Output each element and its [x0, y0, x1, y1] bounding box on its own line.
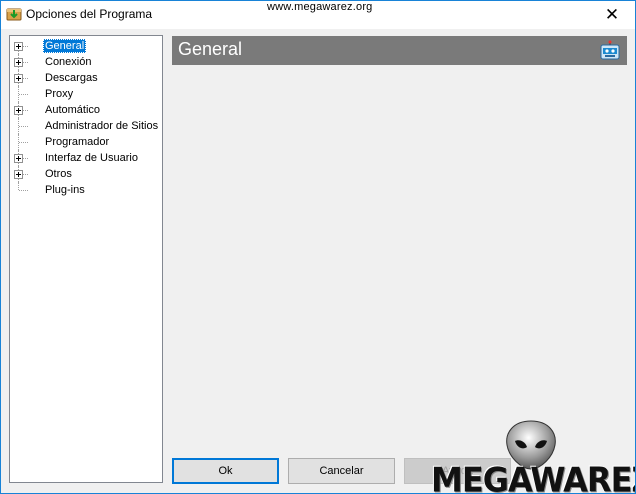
tree-item-label: Interfaz de Usuario [45, 152, 138, 164]
tree-item-label: Administrador de Sitios [45, 120, 159, 132]
tree-line [19, 94, 28, 95]
tree-item-plug-ins[interactable]: Plug-ins [10, 182, 162, 198]
tree-line [19, 142, 28, 143]
tree-item-interfaz-de-usuario[interactable]: Interfaz de Usuario [10, 150, 162, 166]
tree-item-general[interactable]: General [10, 38, 162, 54]
title-bar[interactable]: Opciones del Programa www.megawarez.org … [1, 1, 635, 29]
options-window: Opciones del Programa www.megawarez.org … [0, 0, 636, 494]
megawarez-logo: MEGAWAREZ [429, 419, 636, 494]
expand-icon[interactable] [14, 42, 23, 51]
tree-item-label: Plug-ins [45, 184, 85, 196]
tree-item-label: Proxy [45, 88, 74, 100]
app-icon [6, 8, 22, 21]
window-title: Opciones del Programa [26, 7, 153, 21]
close-button[interactable]: ✕ [589, 1, 635, 29]
cancel-button-label: Cancelar [319, 465, 364, 477]
tree-item-label: Conexión [45, 56, 92, 68]
tree-item-conexion[interactable]: Conexión [10, 54, 162, 70]
tree-item-proxy[interactable]: Proxy [10, 86, 162, 102]
tree-item-label: Programador [45, 136, 110, 148]
tree-item-label: Automático [45, 104, 101, 116]
ok-button[interactable]: Ok [172, 458, 279, 484]
panel-title: General [178, 39, 243, 59]
expand-icon[interactable] [14, 58, 23, 67]
tree-line [19, 126, 28, 127]
cancel-button[interactable]: Cancelar [288, 458, 395, 484]
tree-item-descargas[interactable]: Descargas [10, 70, 162, 86]
tree-line [19, 190, 28, 191]
tree-item-label: Descargas [45, 72, 98, 84]
tree-line [18, 182, 19, 190]
tree-item-automatico[interactable]: Automático [10, 102, 162, 118]
tree-item-label: General [43, 39, 87, 53]
tree-item-administrador-de-sitios[interactable]: Administrador de Sitios [10, 118, 162, 134]
tree-item-label: Otros [45, 168, 72, 180]
options-tree[interactable]: General Conexión Descargas Proxy Automát… [9, 35, 163, 483]
expand-icon[interactable] [14, 170, 23, 179]
tree-item-programador[interactable]: Programador [10, 134, 162, 150]
panel-header: General [172, 36, 627, 65]
expand-icon[interactable] [14, 106, 23, 115]
watermark-url: www.megawarez.org [267, 1, 373, 13]
close-icon: ✕ [604, 5, 620, 24]
robot-icon [600, 40, 620, 60]
tree-item-otros[interactable]: Otros [10, 166, 162, 182]
expand-icon[interactable] [14, 74, 23, 83]
expand-icon[interactable] [14, 154, 23, 163]
ok-button-label: Ok [218, 465, 233, 477]
logo-text: MEGAWAREZ [431, 460, 636, 494]
